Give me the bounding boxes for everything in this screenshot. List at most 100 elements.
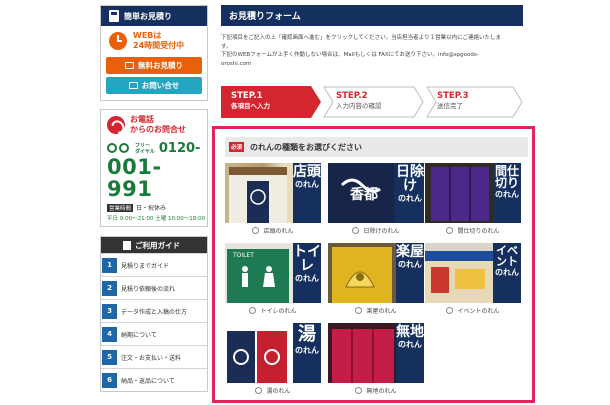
toilet-label-small: のれん (295, 274, 319, 283)
intro-text: 下記項目をご記入の上「確認画面へ進む」をクリックしてください。当店担当者より１営… (221, 34, 523, 68)
toilet-option-label: トイレのれん (260, 308, 297, 315)
quote-header: 簡単お見積り (101, 6, 207, 26)
event-radio[interactable] (446, 307, 454, 314)
phone-header: お電話 からのお問合せ (107, 115, 201, 135)
free-quote-button[interactable]: 無料お見積り (106, 57, 202, 74)
sunshade-radio-row[interactable]: 日除けのれん (328, 226, 424, 235)
guide-item[interactable]: 3 データ作成と入稿の仕方 (101, 299, 207, 322)
free-dial: フリー ダイヤル 0120- (107, 141, 201, 156)
panel-header: 必須 のれんの種類をお選びください (225, 137, 528, 157)
clock-icon (109, 32, 127, 50)
storefront-option-label: 店頭のれん (263, 228, 294, 235)
step-3: STEP.3 送信完了 (437, 91, 469, 111)
noren-option-plain[interactable]: 無地 のれん 無地のれん (328, 323, 424, 395)
toilet-label-big: トイレ (293, 244, 321, 274)
sunshade-radio[interactable] (352, 227, 360, 234)
page-title: お見積りフォーム (221, 5, 523, 26)
mail-icon (128, 82, 138, 89)
step-2: STEP.2 入力内容の確認 (336, 91, 382, 111)
plain-radio-row[interactable]: 無地のれん (328, 386, 424, 395)
guide-item-number: 6 (102, 372, 117, 388)
guide-item-label: 注文・お支払い・送料 (121, 354, 182, 362)
free-dial-label-2: ダイヤル (135, 148, 155, 155)
step-3-sub: 送信完了 (437, 102, 463, 110)
noren-type-panel: 必須 のれんの種類をお選びください 店頭 のれん 店頭のれん 香都 日除け のれ… (212, 126, 535, 403)
web-24h-line-1: WEBは (133, 31, 162, 40)
book-icon (123, 240, 131, 250)
intro-line: 下記項目をご記入の上「確認画面へ進む」をクリックしてください。当店担当者より１営… (221, 35, 501, 41)
storefront-radio[interactable] (252, 227, 260, 234)
guide-item-number: 4 (102, 326, 117, 342)
storefront-label-big: 店頭 (293, 164, 321, 180)
toilet-radio-row[interactable]: トイレのれん (225, 306, 321, 315)
partition-radio[interactable] (446, 227, 454, 234)
required-badge: 必須 (229, 142, 245, 152)
step-indicator: STEP.1 各項目へ入力 STEP.2 入力内容の確認 STEP.3 送信完了 (221, 86, 523, 118)
usage-guide: ご利用ガイド 1 見積りまでガイド 2 見積り依頼後の流れ 3 データ作成と入稿… (100, 236, 208, 392)
bath-label: 湯 のれん (293, 323, 321, 383)
storefront-noren-photo: 店頭 のれん (225, 163, 321, 223)
closed-days: 日・祝休み (136, 205, 167, 212)
storefront-radio-row[interactable]: 店頭のれん (225, 226, 321, 235)
phone-number-prefix[interactable]: 0120- (159, 141, 201, 156)
noren-option-toilet[interactable]: TOILET トイレ のれん トイレのれん (225, 243, 321, 315)
dressing-room-noren-photo: 楽屋 のれん (328, 243, 424, 303)
guide-item[interactable]: 6 納品・返品について (101, 368, 207, 391)
bath-radio[interactable] (255, 387, 263, 394)
plain-label: 無地 のれん (396, 323, 424, 383)
noren-option-partition[interactable]: 間仕切り のれん 間仕切りのれん (425, 163, 521, 235)
document-icon (125, 62, 134, 69)
sunshade-photo-text: 香都 (349, 186, 378, 203)
event-radio-row[interactable]: イベントのれん (425, 306, 521, 315)
bath-radio-row[interactable]: 湯のれん (225, 386, 321, 395)
phone-icon (107, 116, 125, 134)
intro-line: 下記のWEBフォームが上手く作動しない場合は、Mailもしくは FAXにてお送り… (221, 52, 479, 58)
sunshade-option-label: 日除けのれん (363, 228, 400, 235)
dressing-room-radio[interactable] (355, 307, 363, 314)
quote-box: 簡単お見積り WEBは 24時間受付中 無料お見積り お問い合せ (100, 5, 208, 101)
guide-item-label: 納品・返品について (121, 377, 175, 385)
phone-number-main[interactable]: 001-991 (107, 156, 201, 200)
contact-button[interactable]: お問い合せ (106, 77, 202, 94)
guide-item[interactable]: 4 納期について (101, 322, 207, 345)
dressing-room-label-small: のれん (398, 260, 422, 269)
free-dial-icon (107, 143, 131, 154)
plain-noren-photo: 無地 のれん (328, 323, 424, 383)
guide-header-label: ご利用ガイド (135, 240, 180, 250)
partition-option-label: 間仕切りのれん (457, 228, 500, 235)
guide-item[interactable]: 1 見積りまでガイド (101, 253, 207, 276)
guide-item-label: 納期について (121, 331, 157, 339)
step-1-title: STEP.1 (231, 91, 263, 101)
guide-item[interactable]: 2 見積り依頼後の流れ (101, 276, 207, 299)
web-24h-text: WEBは 24時間受付中 (133, 31, 184, 51)
free-quote-label: 無料お見積り (138, 61, 183, 70)
guide-item-label: 見積りまでガイド (121, 262, 170, 270)
partition-label: 間仕切り のれん (493, 163, 521, 223)
step-2-title: STEP.2 (336, 91, 368, 101)
dressing-room-radio-row[interactable]: 楽屋のれん (328, 306, 424, 315)
plain-radio[interactable] (355, 387, 363, 394)
hours-times: 平日 9:00～21:00 土曜 10:00～18:00 (107, 216, 206, 222)
noren-option-dressing-room[interactable]: 楽屋 のれん 楽屋のれん (328, 243, 424, 315)
noren-option-sunshade[interactable]: 香都 日除け のれん 日除けのれん (328, 163, 424, 235)
event-option-label: イベントのれん (457, 308, 500, 315)
free-dial-label: フリー ダイヤル (135, 143, 155, 155)
partition-label-big: 間仕切り (494, 164, 519, 190)
noren-option-event[interactable]: イベント のれん イベントのれん (425, 243, 521, 315)
plain-option-label: 無地のれん (366, 388, 397, 395)
contact-label: お問い合せ (141, 81, 180, 90)
calculator-icon (109, 10, 119, 22)
dressing-room-label: 楽屋 のれん (396, 243, 424, 303)
business-hours: 営業時間 日・祝休み (107, 203, 201, 212)
noren-option-bath[interactable]: 湯 のれん 湯のれん (225, 323, 321, 395)
partition-label-small: のれん (495, 190, 519, 199)
sunshade-label: 日除け のれん (396, 163, 424, 223)
guide-item[interactable]: 5 注文・お支払い・送料 (101, 345, 207, 368)
toilet-radio[interactable] (249, 307, 257, 314)
event-label-big: イベント (496, 244, 518, 268)
bath-label-big: 湯 (298, 324, 316, 345)
partition-radio-row[interactable]: 間仕切りのれん (425, 226, 521, 235)
hours-label: 営業時間 (107, 203, 134, 212)
bath-label-small: のれん (295, 346, 319, 355)
noren-option-storefront[interactable]: 店頭 のれん 店頭のれん (225, 163, 321, 235)
